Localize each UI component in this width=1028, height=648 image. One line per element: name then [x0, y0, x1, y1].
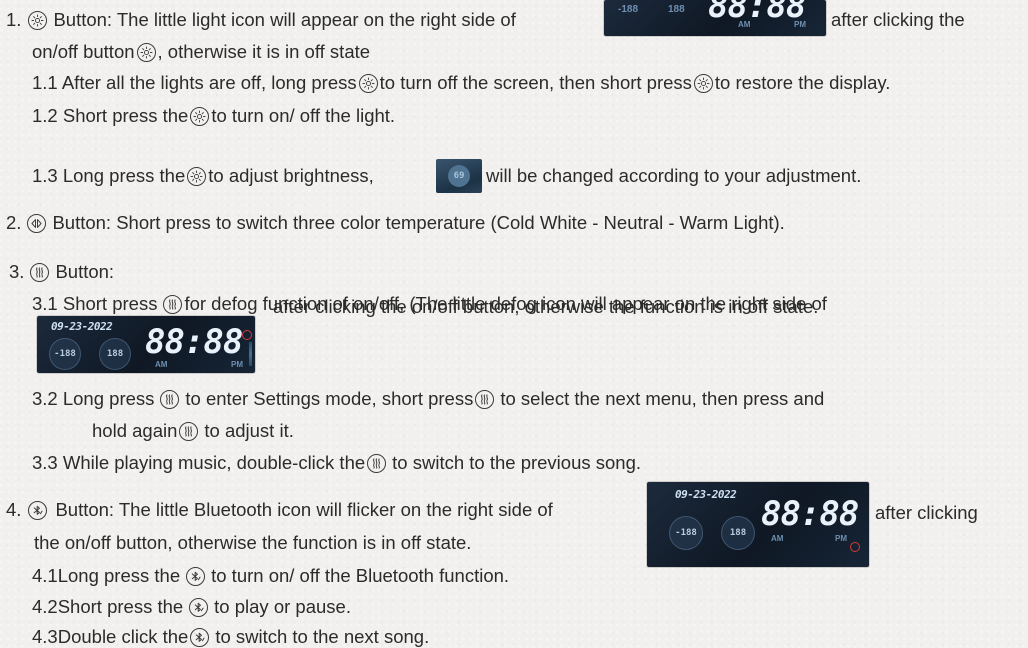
item-4-1-text-a: 4.1Long press the — [32, 565, 181, 586]
brightness-indicator-image: 69 — [436, 159, 482, 193]
defog-icon — [163, 294, 183, 314]
clock-display-image-2: 09-23-2022 -188 188 88:88 AM PM — [37, 316, 255, 373]
display-date: 09-23-2022 — [51, 320, 113, 333]
display-dial-1: -188 — [49, 338, 81, 370]
display-date: 09-23-2022 — [675, 488, 737, 501]
display-side-bar — [249, 342, 252, 366]
item-3-2-text-c: to select the next menu, then press and — [500, 388, 825, 409]
item-3-3: 3.3 While playing music, double-click th… — [32, 452, 641, 474]
light-icon — [136, 42, 156, 62]
item-2-number: 2. — [6, 212, 22, 233]
item-1-2-text-b: to turn on/ off the light. — [211, 105, 396, 126]
item-4-heading: 4. Button: The little Bluetooth icon wil… — [6, 499, 553, 521]
item-2-title: Button: Short press to switch three colo… — [52, 212, 785, 233]
item-4-2-text-a: 4.2Short press the — [32, 596, 184, 617]
item-4-2: 4.2Short press the to play or pause. — [32, 596, 351, 618]
item-3-1-continuation: after clicking the on/off button, otherw… — [273, 296, 818, 318]
item-1-cont-text: on/off button — [32, 41, 135, 62]
item-3-heading: 3. Button: — [9, 261, 114, 283]
item-3-3-text-a: 3.3 While playing music, double-click th… — [32, 452, 366, 473]
display-am: AM — [771, 534, 784, 543]
display-temp-1: -188 — [618, 4, 639, 15]
display-dial-2: 188 — [99, 338, 131, 370]
item-1-after-text: after clicking the — [831, 9, 965, 30]
display-dial-1: -188 — [669, 516, 703, 550]
bluetooth-icon — [28, 500, 48, 520]
item-4-1: 4.1Long press the to turn on/ off the Bl… — [32, 565, 509, 587]
item-3-1-text-a: 3.1 Short press — [32, 293, 158, 314]
item-1-1: 1.1 After all the lights are off, long p… — [32, 72, 890, 94]
item-1-1-text-a: 1.1 After all the lights are off, long p… — [32, 72, 357, 93]
display-time: 88:88 — [761, 494, 859, 534]
item-1-heading: 1. Button: The little light icon will ap… — [6, 9, 516, 31]
item-1-3: 1.3 Long press the to adjust brightness, — [32, 165, 374, 187]
defog-icon — [160, 389, 180, 409]
display-time: 88:88 — [708, 0, 806, 26]
item-1-2-text-a: 1.2 Short press the — [32, 105, 189, 126]
item-4-cont-text: the on/off button, otherwise the functio… — [34, 532, 472, 553]
item-4-after-text: after clicking — [875, 502, 978, 523]
item-3-2-continuation: hold again to adjust it. — [92, 420, 294, 442]
clock-display-image-3: 09-23-2022 -188 188 88:88 AM PM — [647, 482, 869, 567]
display-time: 88:88 — [145, 322, 243, 362]
item-3-number: 3. — [9, 261, 25, 282]
item-3-2-text-a: 3.2 Long press — [32, 388, 155, 409]
item-3-2-text-b: to enter Settings mode, short press — [185, 388, 474, 409]
item-4-2-text-b: to play or pause. — [214, 596, 351, 617]
item-4-continuation: the on/off button, otherwise the functio… — [34, 532, 471, 554]
defog-icon — [30, 262, 50, 282]
display-dial-2: 188 — [721, 516, 755, 550]
clock-display-image-1: -188 188 88:88 AM PM — [604, 0, 826, 36]
display-am: AM — [155, 360, 168, 369]
item-3-2: 3.2 Long press to enter Settings mode, s… — [32, 388, 824, 410]
item-1-3-text-c: will be changed according to your adjust… — [486, 165, 862, 186]
item-1-3-after: will be changed according to your adjust… — [486, 165, 861, 187]
display-pm: PM — [231, 360, 243, 369]
item-4-number: 4. — [6, 499, 22, 520]
item-1-title: Button: The little light icon will appea… — [53, 9, 516, 30]
item-3-2-cont-a: hold again — [92, 420, 178, 441]
bluetooth-icon — [186, 566, 206, 586]
color-temperature-icon — [27, 213, 47, 233]
bluetooth-indicator-icon — [850, 542, 860, 552]
item-3-1-cont-text: after clicking the on/off button, otherw… — [273, 296, 819, 317]
item-3-2-cont-b: to adjust it. — [204, 420, 294, 441]
display-am: AM — [738, 20, 751, 29]
item-1-1-text-b: to turn off the screen, then short press — [379, 72, 692, 93]
item-2-heading: 2. Button: Short press to switch three c… — [6, 212, 785, 234]
item-1-continuation: on/off button , otherwise it is in off s… — [32, 41, 370, 63]
defog-icon — [367, 453, 387, 473]
item-4-3: 4.3Double click the to switch to the nex… — [32, 626, 429, 648]
display-pm: PM — [835, 534, 847, 543]
display-temp-2: 188 — [668, 4, 685, 15]
item-4-1-text-b: to turn on/ off the Bluetooth function. — [211, 565, 510, 586]
item-1-2: 1.2 Short press the to turn on/ off the … — [32, 105, 395, 127]
light-icon — [358, 73, 378, 93]
bluetooth-icon — [189, 597, 209, 617]
defog-icon — [475, 389, 495, 409]
item-4-3-text-a: 4.3Double click the — [32, 626, 189, 647]
light-icon — [190, 106, 210, 126]
item-4-3-text-b: to switch to the next song. — [215, 626, 430, 647]
item-4-heading-after: after clicking — [875, 502, 978, 524]
item-1-cont-after: , otherwise it is in off state — [157, 41, 371, 62]
defog-indicator-icon — [242, 330, 252, 340]
defog-icon — [179, 421, 199, 441]
item-1-heading-after: after clicking the — [831, 9, 965, 31]
light-icon — [693, 73, 713, 93]
item-1-1-text-c: to restore the display. — [714, 72, 891, 93]
light-icon — [28, 10, 48, 30]
item-4-title: Button: The little Bluetooth icon will f… — [55, 499, 553, 520]
display-pm: PM — [794, 20, 806, 29]
bluetooth-icon — [190, 627, 210, 647]
item-3-title: Button: — [55, 261, 115, 282]
item-1-3-text-a: 1.3 Long press the — [32, 165, 186, 186]
item-1-3-text-b: to adjust brightness, — [208, 165, 374, 186]
item-3-3-text-b: to switch to the previous song. — [392, 452, 642, 473]
item-1-number: 1. — [6, 9, 22, 30]
brightness-value: 69 — [448, 165, 470, 187]
light-icon — [187, 166, 207, 186]
